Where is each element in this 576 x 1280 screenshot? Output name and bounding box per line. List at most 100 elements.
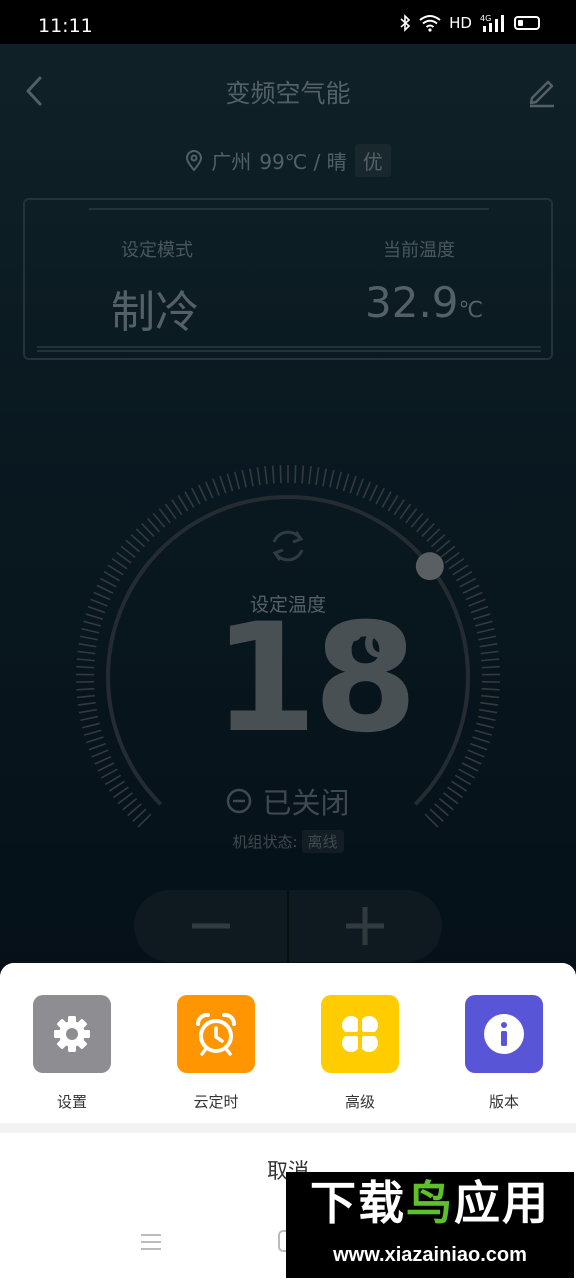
sheet-item-label: 版本 xyxy=(488,1093,519,1111)
dial-tick xyxy=(248,468,254,487)
dial-tick xyxy=(152,512,166,528)
dial-tick xyxy=(135,528,150,543)
battery-icon xyxy=(514,16,540,30)
mode-label: 设定模式 xyxy=(121,240,193,261)
increase-temp-button[interactable] xyxy=(288,890,442,962)
dial-tick xyxy=(78,643,97,648)
power-state[interactable]: 已关闭 xyxy=(0,780,576,822)
sheet-item-settings[interactable]: 设置 xyxy=(33,995,111,1112)
dial-tick xyxy=(241,469,247,488)
card-decor-line-bottom xyxy=(37,346,541,352)
edit-icon[interactable] xyxy=(524,74,558,108)
sheet-item-advanced[interactable]: 高级 xyxy=(321,995,399,1112)
dial-tick xyxy=(141,522,155,538)
dial-tick xyxy=(256,467,261,486)
dial-tick xyxy=(77,701,96,706)
mode-cycle-icon[interactable] xyxy=(272,530,304,562)
dial-tick xyxy=(480,701,499,706)
dial-tick xyxy=(78,708,97,714)
dial-tick xyxy=(279,465,282,484)
dial-tick xyxy=(474,729,493,736)
dial-tick xyxy=(456,571,473,582)
dial-tick xyxy=(191,487,201,505)
dial-tick xyxy=(234,471,241,490)
dial-tick xyxy=(76,658,95,662)
dial-tick xyxy=(164,503,177,520)
dial-tick xyxy=(448,558,465,570)
dial-tick xyxy=(431,533,446,548)
watermark-url: www.xiazainiao.com xyxy=(333,1244,527,1266)
status-icons: HD 4G xyxy=(399,12,540,34)
set-temp-unit: ℃ xyxy=(345,622,392,666)
dial-tick xyxy=(375,487,385,505)
unit-status: 机组状态: 离线 xyxy=(0,830,576,853)
temp-stepper xyxy=(134,890,442,962)
dial-tick xyxy=(76,665,95,669)
decrease-temp-button[interactable] xyxy=(134,890,288,962)
dial-tick xyxy=(481,687,500,691)
dial-tick xyxy=(467,749,485,758)
dial-tick xyxy=(86,736,104,744)
sheet-item-version[interactable]: 版本 xyxy=(465,995,543,1112)
status-time: 11:11 xyxy=(38,15,93,37)
dial-tick xyxy=(125,539,141,553)
dial-tick xyxy=(381,491,392,508)
dial-tick xyxy=(103,571,120,582)
dial-tick xyxy=(362,481,372,499)
dial-tick xyxy=(478,635,497,641)
status-bar: 11:11 HD 4G xyxy=(0,0,576,44)
gear-icon xyxy=(33,995,111,1073)
dial-tick xyxy=(226,473,234,492)
dial-tick xyxy=(204,481,214,499)
sheet-item-cloud-timer[interactable]: 云定时 xyxy=(177,995,255,1112)
dial-knob[interactable] xyxy=(415,552,444,581)
dial-tick xyxy=(301,465,305,484)
location-pin-icon xyxy=(186,149,203,172)
dial-tick xyxy=(264,466,268,485)
cellular-label: 4G xyxy=(480,14,491,23)
dial-tick xyxy=(322,468,328,487)
dial-tick xyxy=(101,768,118,779)
dial-tick xyxy=(97,762,115,772)
dial-tick xyxy=(94,755,112,765)
dial-tick xyxy=(271,465,275,484)
dial-tick xyxy=(477,715,496,722)
dial-tick xyxy=(76,687,95,691)
bluetooth-icon xyxy=(400,14,411,32)
dial-tick xyxy=(481,694,500,699)
dial-tick xyxy=(416,517,430,533)
dial-tick xyxy=(476,627,495,634)
dial-tick xyxy=(481,665,500,669)
dial-tick xyxy=(479,708,498,714)
dial-tick xyxy=(472,736,490,744)
dial-tick xyxy=(387,495,399,512)
nav-menu-icon[interactable] xyxy=(140,1233,162,1251)
dial-tick xyxy=(421,522,435,538)
action-sheet-grid: 设置 云定时 高级 版本 xyxy=(0,963,576,1123)
sheet-item-label: 高级 xyxy=(344,1093,375,1111)
watermark-title: 下载鸟应用 xyxy=(286,1180,574,1226)
dial-tick xyxy=(219,475,227,494)
dial-tick xyxy=(99,577,117,588)
dial-tick xyxy=(356,478,364,496)
dial-tick xyxy=(77,650,96,655)
dial-tick xyxy=(177,495,189,512)
watermark-logo: 下载鸟应用 www.xiazainiao.com xyxy=(286,1172,574,1278)
dial-tick xyxy=(107,564,124,576)
dial-tick xyxy=(474,620,493,627)
weather-text: 99℃ / 晴 xyxy=(259,150,347,174)
dial-tick xyxy=(444,551,460,564)
current-temp-label: 当前温度 xyxy=(383,240,455,261)
dial-tick xyxy=(440,545,456,558)
dial-tick xyxy=(315,467,320,486)
dial-tick xyxy=(480,650,499,655)
current-temp-unit: ℃ xyxy=(458,298,484,323)
dial-tick xyxy=(369,484,379,502)
dial-tick xyxy=(308,466,312,485)
four-leaf-icon xyxy=(321,995,399,1073)
dial-tick xyxy=(130,533,145,548)
dial-tick xyxy=(197,484,207,502)
power-off-icon xyxy=(227,788,252,814)
mode-value: 制冷 xyxy=(111,287,199,338)
dial-tick xyxy=(481,658,500,662)
